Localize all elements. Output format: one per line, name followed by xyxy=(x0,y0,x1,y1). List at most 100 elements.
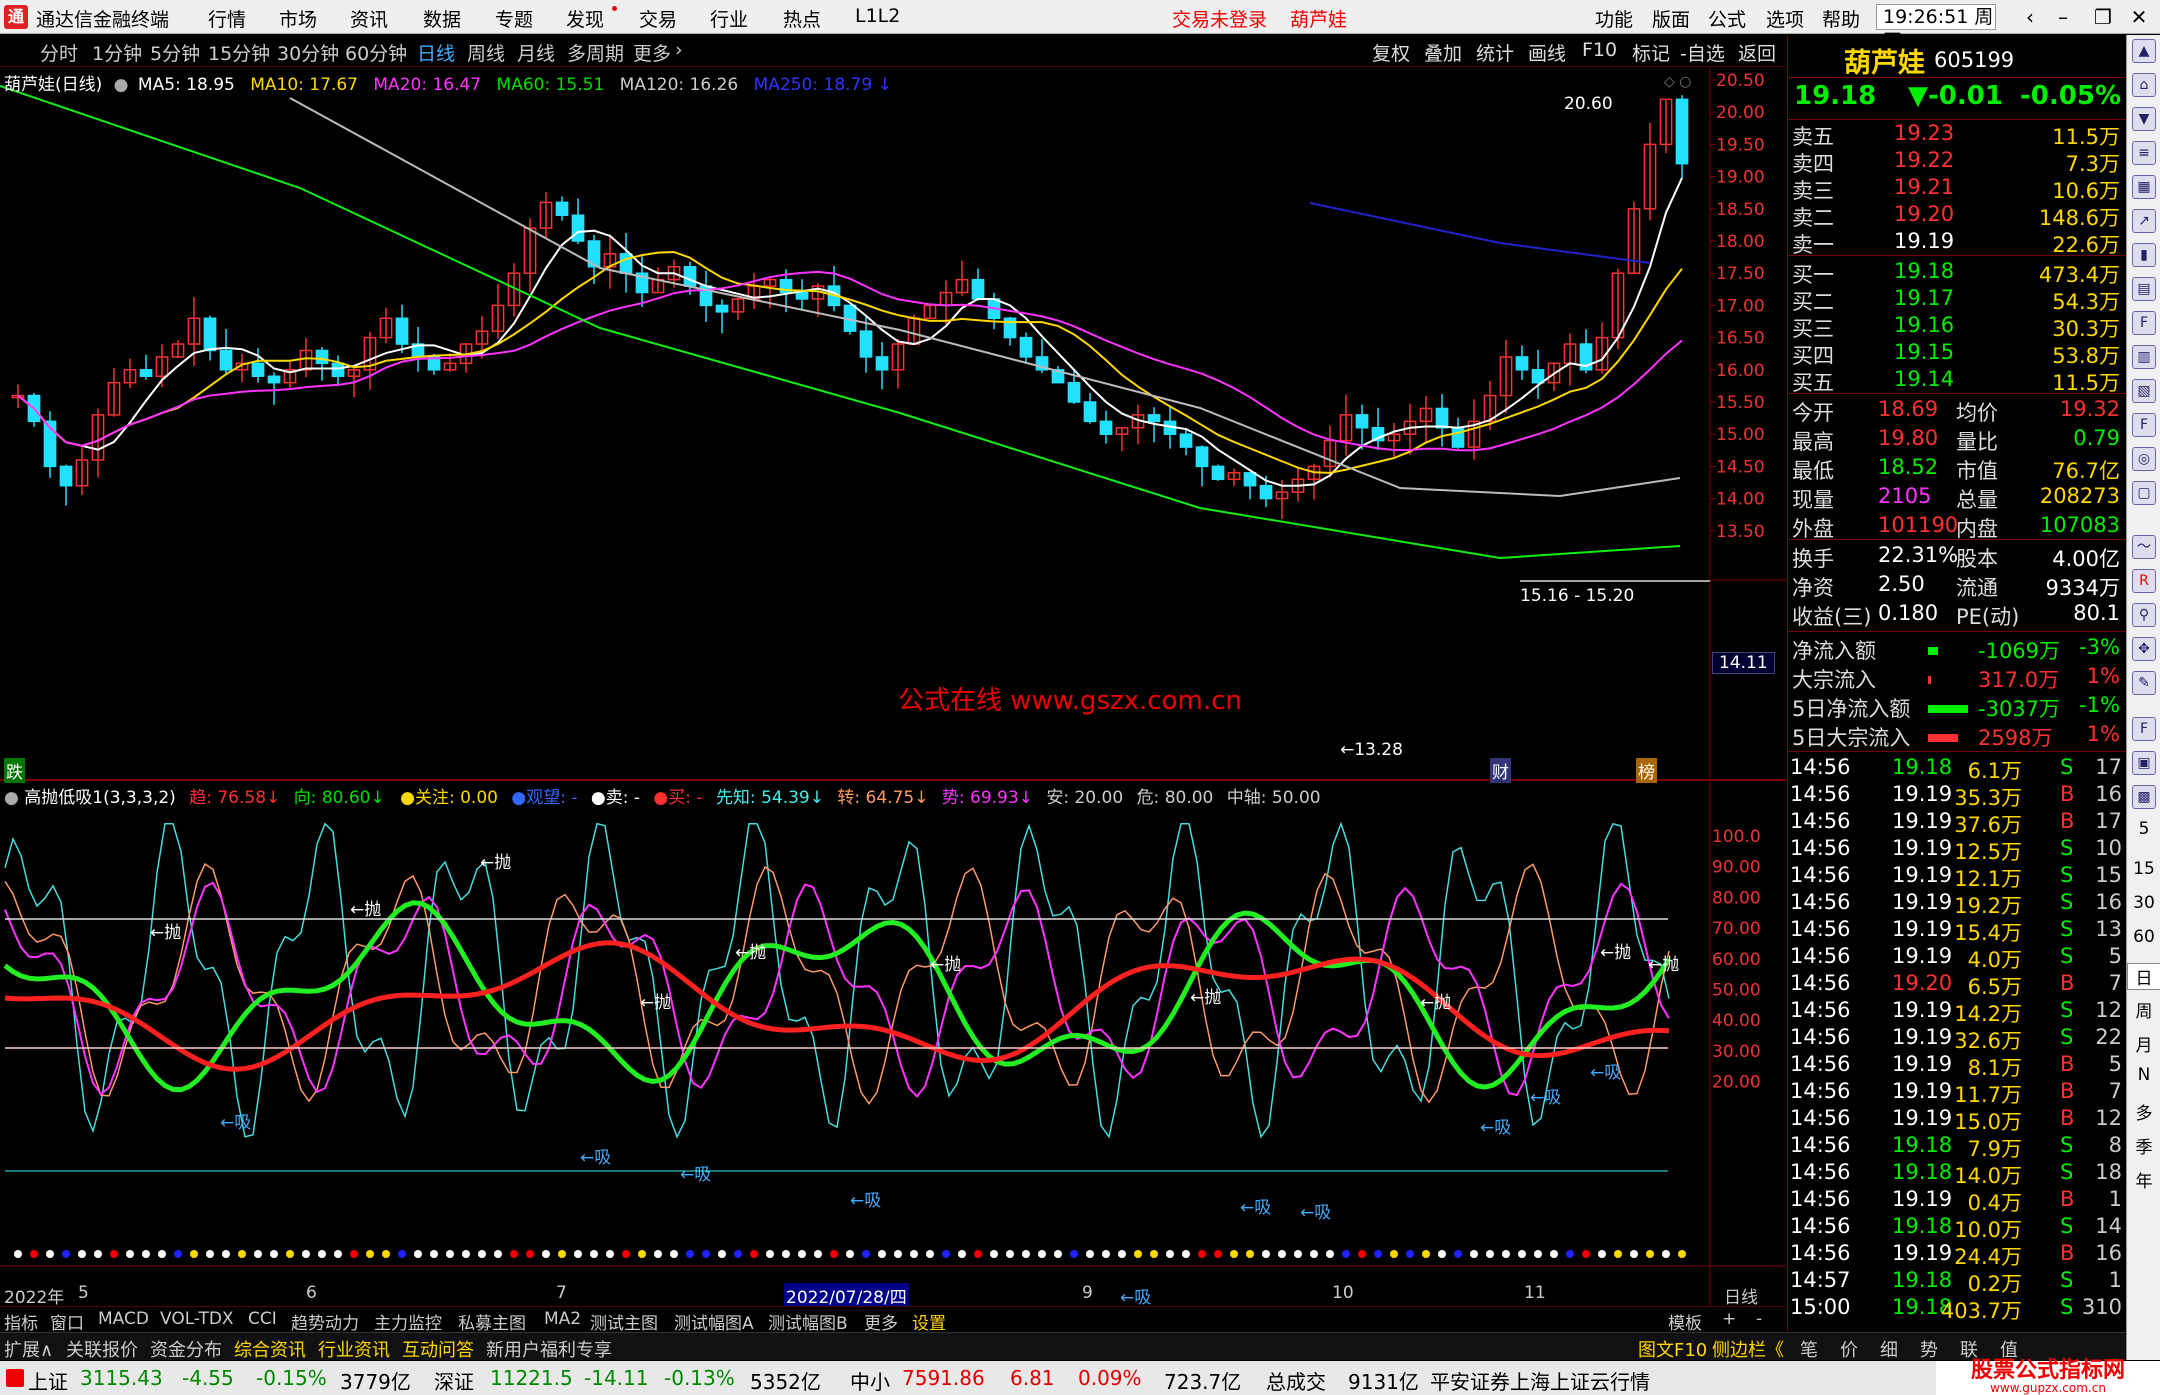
sb-f10-icon[interactable]: F xyxy=(2132,311,2156,335)
ext-price[interactable]: 价 xyxy=(1840,1336,1858,1362)
period-timeshare[interactable]: 分时 xyxy=(40,39,78,66)
sb-up-icon[interactable]: ▲ xyxy=(2132,39,2156,63)
ext-related[interactable]: 关联报价 xyxy=(66,1336,138,1362)
sb-multi[interactable]: 多 xyxy=(2127,1099,2160,1124)
sb-f2-icon[interactable]: F xyxy=(2132,413,2156,437)
tb-mark[interactable]: 标记 xyxy=(1632,39,1670,66)
sb-fs-icon[interactable]: F xyxy=(2132,717,2156,741)
more-chevron-icon[interactable]: › xyxy=(675,39,683,61)
sb-30min[interactable]: 30 xyxy=(2127,893,2160,913)
tab-trend-power[interactable]: 趋势动力 xyxy=(291,1309,359,1334)
menu-topic[interactable]: 专题 xyxy=(495,5,533,32)
sb-table-icon[interactable]: ▤ xyxy=(2132,277,2156,301)
sb-page-icon[interactable]: ▧ xyxy=(2132,379,2156,403)
ext-qa[interactable]: 互动问答 xyxy=(402,1336,474,1362)
ext-detail[interactable]: 细 xyxy=(1880,1336,1898,1362)
sb-n[interactable]: N xyxy=(2127,1065,2160,1085)
sb-quarter[interactable]: 季 xyxy=(2127,1133,2160,1158)
sb-grid-icon[interactable]: ▦ xyxy=(2132,175,2156,199)
sb-circle-icon[interactable]: ◎ xyxy=(2132,447,2156,471)
tb-restore-rights[interactable]: 复权 xyxy=(1372,39,1410,66)
period-5min[interactable]: 5分钟 xyxy=(150,39,200,66)
tab-test-main[interactable]: 测试主图 xyxy=(590,1309,658,1334)
sb-move-icon[interactable]: ✥ xyxy=(2132,637,2156,661)
sh-name[interactable]: 上证 xyxy=(28,1366,68,1395)
menu-options[interactable]: 选项 xyxy=(1766,5,1804,32)
tab-more[interactable]: 更多 xyxy=(864,1309,898,1334)
period-day[interactable]: 日线 xyxy=(417,39,455,66)
menu-hot[interactable]: 热点 xyxy=(783,5,821,32)
restore-icon[interactable]: ❐ xyxy=(2088,3,2118,31)
menu-market[interactable]: 市场 xyxy=(279,5,317,32)
period-month[interactable]: 月线 xyxy=(517,39,555,66)
zoom-in-button[interactable]: + xyxy=(1722,1309,1736,1329)
period-30min[interactable]: 30分钟 xyxy=(277,39,339,66)
menu-news[interactable]: 资讯 xyxy=(350,5,388,32)
tb-f10[interactable]: F10 xyxy=(1582,39,1617,61)
ext-f10[interactable]: 图文F10 xyxy=(1638,1336,1707,1362)
tab-macd[interactable]: MACD xyxy=(98,1309,149,1329)
back-icon[interactable]: ‹ xyxy=(2015,3,2045,31)
menu-function[interactable]: 功能 xyxy=(1595,5,1633,32)
zoom-out-button[interactable]: - xyxy=(1756,1309,1762,1329)
tab-main-monitor[interactable]: 主力监控 xyxy=(374,1309,442,1334)
ext-trend[interactable]: 势 xyxy=(1920,1336,1938,1362)
sb-day[interactable]: 日 xyxy=(2127,963,2160,990)
menu-discover[interactable]: 发现 xyxy=(566,5,604,32)
template-button[interactable]: 模板 xyxy=(1668,1309,1702,1334)
ext-expand[interactable]: 扩展∧ xyxy=(4,1336,53,1362)
ext-news[interactable]: 综合资讯 xyxy=(234,1336,306,1362)
ext-pen[interactable]: 笔 xyxy=(1800,1336,1818,1362)
tab-indicator[interactable]: 指标 xyxy=(4,1309,38,1334)
close-icon[interactable]: ✕ xyxy=(2124,3,2154,31)
tab-vol[interactable]: VOL-TDX xyxy=(160,1309,234,1329)
ind-settings-icon[interactable]: ● xyxy=(4,788,19,808)
tb-watchlist[interactable]: -自选 xyxy=(1680,39,1725,66)
menu-help[interactable]: 帮助 xyxy=(1822,5,1860,32)
tab-ma2[interactable]: MA2 xyxy=(544,1309,581,1329)
sb-rsi-icon[interactable]: R xyxy=(2132,569,2156,593)
sb-doc-icon[interactable]: ▥ xyxy=(2132,345,2156,369)
trade-login-status[interactable]: 交易未登录 xyxy=(1172,5,1267,32)
period-week[interactable]: 周线 xyxy=(467,39,505,66)
menu-hq[interactable]: 行情 xyxy=(208,5,246,32)
broker-name[interactable]: 平安证券上海上证云行情 xyxy=(1430,1366,1650,1395)
sb-home-icon[interactable]: ⌂ xyxy=(2132,73,2156,97)
menu-industry[interactable]: 行业 xyxy=(710,5,748,32)
tb-overlay[interactable]: 叠加 xyxy=(1424,39,1462,66)
sb-week[interactable]: 周 xyxy=(2127,997,2160,1022)
sb-list-icon[interactable]: ≡ xyxy=(2132,141,2156,165)
chart-diamond-icon[interactable]: ◇ ○ xyxy=(1664,74,1691,90)
sb-pen-icon[interactable]: ✎ xyxy=(2132,671,2156,695)
tab-cci[interactable]: CCI xyxy=(248,1309,277,1329)
ext-fund-dist[interactable]: 资金分布 xyxy=(150,1336,222,1362)
kline-chart[interactable]: 20.50 20.00 19.50 19.00 18.50 18.00 17.50 17.00… xyxy=(0,68,1786,1306)
sb-plus-icon[interactable]: ▩ xyxy=(2132,785,2156,809)
period-1min[interactable]: 1分钟 xyxy=(92,39,142,66)
sb-5min[interactable]: 5 xyxy=(2127,819,2160,839)
settings-icon[interactable]: ● xyxy=(114,75,129,95)
sb-down-icon[interactable]: ▼ xyxy=(2132,107,2156,131)
period-15min[interactable]: 15分钟 xyxy=(208,39,270,66)
period-multi[interactable]: 多周期 xyxy=(567,39,624,66)
tb-draw[interactable]: 画线 xyxy=(1528,39,1566,66)
finance-badge[interactable]: 财 xyxy=(1490,758,1511,783)
period-more[interactable]: 更多 xyxy=(633,39,671,66)
menu-l1l2[interactable]: L1L2 xyxy=(855,5,900,27)
zx-name[interactable]: 中小 xyxy=(850,1366,890,1395)
sb-zoom-icon[interactable]: ⚲ xyxy=(2132,603,2156,627)
period-60min[interactable]: 60分钟 xyxy=(345,39,407,66)
tab-test-a[interactable]: 测试幅图A xyxy=(674,1309,754,1334)
menu-trade[interactable]: 交易 xyxy=(639,5,677,32)
sz-name[interactable]: 深证 xyxy=(434,1366,474,1395)
ext-industry-news[interactable]: 行业资讯 xyxy=(318,1336,390,1362)
menu-data[interactable]: 数据 xyxy=(423,5,461,32)
sb-month[interactable]: 月 xyxy=(2127,1031,2160,1056)
sb-wave-icon[interactable]: 〜 xyxy=(2132,535,2156,559)
sb-square-icon[interactable]: ▢ xyxy=(2132,481,2156,505)
menu-layout[interactable]: 版面 xyxy=(1652,5,1690,32)
tb-stats[interactable]: 统计 xyxy=(1476,39,1514,66)
ext-sidebar[interactable]: 侧边栏《 xyxy=(1712,1336,1784,1362)
sb-year[interactable]: 年 xyxy=(2127,1167,2160,1192)
sb-15min[interactable]: 15 xyxy=(2127,859,2160,879)
